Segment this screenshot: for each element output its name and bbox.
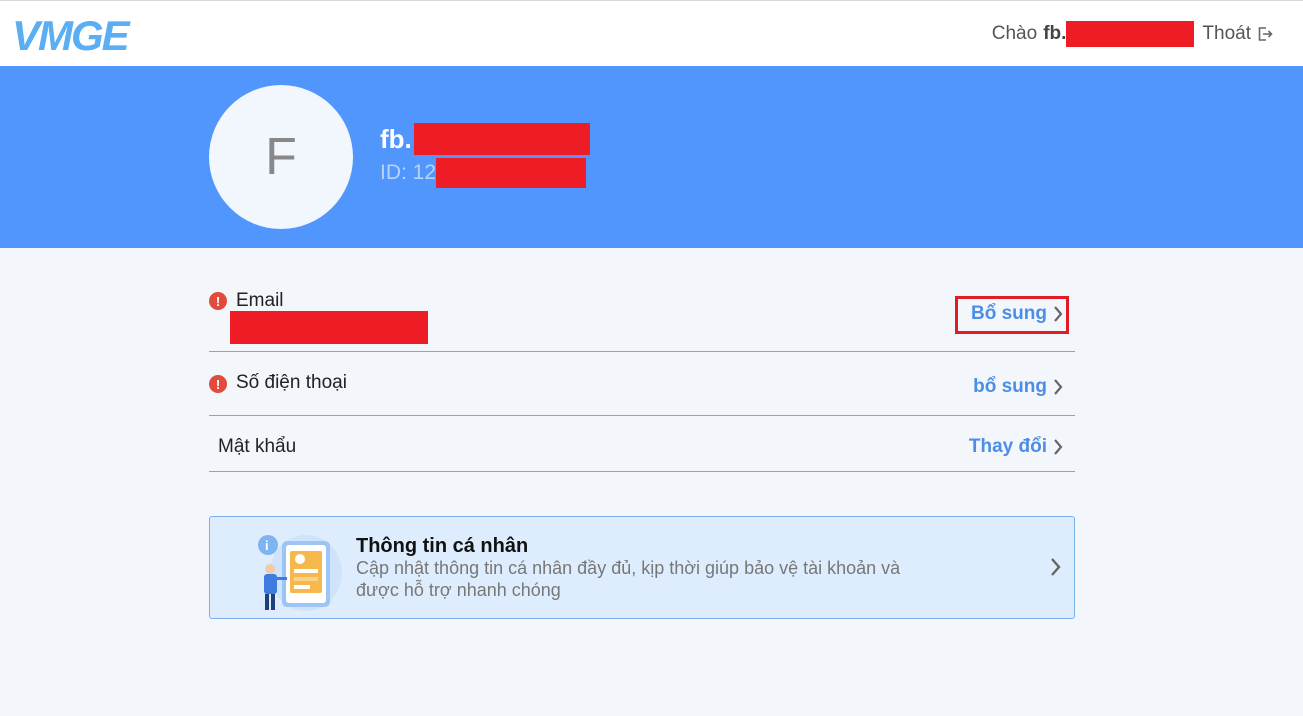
chevron-right-icon — [1051, 558, 1061, 576]
add-email-label: Bổ sung — [971, 303, 1047, 324]
profile-name: fb. — [380, 123, 590, 155]
email-label: Email — [236, 290, 284, 311]
phone-row[interactable]: ! Số điện thoại bổ sung — [209, 352, 1075, 416]
email-row[interactable]: ! Email Bổ sung — [209, 280, 1075, 352]
chevron-right-icon — [1054, 379, 1063, 395]
change-password-label: Thay đổi — [968, 436, 1047, 457]
avatar-letter: F — [265, 128, 297, 186]
password-row[interactable]: Mật khẩu Thay đổi — [209, 416, 1075, 472]
warning-icon: ! — [209, 375, 227, 393]
logout-icon — [1258, 27, 1273, 41]
profile-id: ID: 12 — [380, 158, 587, 188]
add-phone-button[interactable]: bổ sung — [973, 376, 1063, 398]
personal-info-title: Thông tin cá nhân — [356, 535, 529, 557]
personal-info-description: Cập nhật thông tin cá nhân đầy đủ, kịp t… — [356, 558, 901, 600]
password-label: Mật khẩu — [218, 436, 297, 457]
logout-button[interactable]: Thoát — [1202, 23, 1273, 45]
vmge-logo[interactable]: VMGE — [12, 15, 168, 55]
redacted-username — [1066, 21, 1195, 47]
greeting-text: Chào — [991, 23, 1038, 44]
profile-banner: F fb. ID: 12 — [0, 66, 1303, 248]
user-greeting: Chào fb. Thoát — [992, 21, 1273, 47]
chevron-right-icon — [1054, 439, 1063, 455]
account-settings-list: ! Email Bổ sung ! Số điện thoại bổ sung … — [209, 280, 1075, 472]
change-password-button[interactable]: Thay đổi — [969, 436, 1063, 458]
profile-id-prefix: ID: 12 — [380, 161, 437, 184]
profile-name-prefix: fb. — [380, 123, 412, 154]
svg-text:VMGE: VMGE — [12, 15, 132, 55]
redacted-email — [230, 311, 428, 344]
top-bar: VMGE Chào fb. Thoát — [0, 0, 1303, 66]
chevron-right-icon — [1054, 306, 1063, 322]
redacted-id — [436, 158, 587, 188]
add-phone-label: bổ sung — [973, 376, 1047, 397]
personal-info-illustration-icon: i — [258, 535, 342, 611]
logout-label: Thoát — [1202, 23, 1251, 44]
redacted-name — [413, 123, 590, 155]
greeting-username: fb. — [1043, 23, 1067, 44]
avatar: F — [209, 85, 353, 229]
phone-label: Số điện thoại — [236, 372, 347, 393]
svg-text:i: i — [265, 538, 269, 553]
warning-icon: ! — [209, 292, 227, 310]
personal-info-card[interactable]: i Thông tin cá nhân Cập nhật thông tin c… — [209, 516, 1075, 619]
add-email-button[interactable]: Bổ sung — [971, 303, 1063, 325]
